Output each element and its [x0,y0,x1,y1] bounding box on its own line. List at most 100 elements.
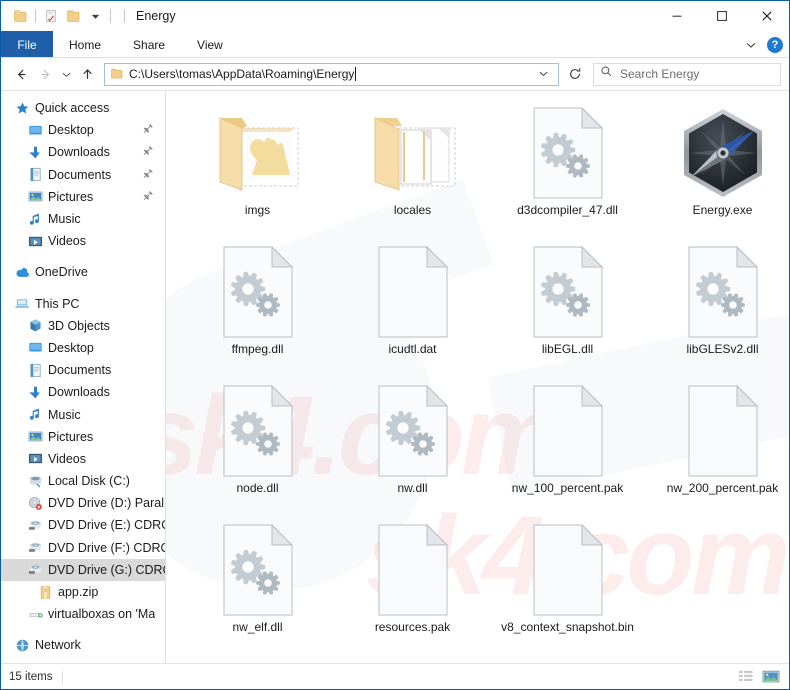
folder-icon[interactable] [9,5,31,27]
tab-home[interactable]: Home [53,31,117,58]
new-folder-icon[interactable] [62,5,84,27]
file-item[interactable]: d3dcompiler_47.dll [490,97,645,236]
sidebar-item-local-disk-c[interactable]: Local Disk (C:) [1,470,165,492]
file-item[interactable]: libGLESv2.dll [645,236,789,375]
folder-images-icon [210,105,306,201]
pin-icon[interactable] [143,145,154,159]
file-list-pane[interactable]: sk4.com sk4.com imgslocalesd3dcompiler_4… [166,91,789,663]
file-name: d3dcompiler_47.dll [517,203,618,217]
sidebar-item-label: Documents [48,167,112,182]
file-name: nw.dll [397,481,428,495]
tab-file[interactable]: File [1,31,53,58]
file-item[interactable]: nw.dll [335,375,490,514]
details-view-icon[interactable] [736,668,756,686]
network-drive-icon [27,606,43,622]
address-input[interactable]: C:\Users\tomas\AppData\Roaming\Energy [129,67,354,81]
sidebar-item-desktop[interactable]: Desktop [1,119,165,141]
file-item[interactable]: node.dll [180,375,335,514]
sidebar-item-downloads[interactable]: Downloads [1,381,165,403]
chevron-down-icon[interactable] [741,35,761,55]
sidebar-item-label: app.zip [58,585,99,600]
pin-icon[interactable] [143,168,154,182]
maximize-button[interactable] [699,1,744,31]
forward-button[interactable] [33,62,57,86]
dvd-paral-icon [27,495,43,511]
file-name: libEGL.dll [541,342,594,356]
dll-gears-icon [210,383,306,479]
qat-dropdown-icon[interactable] [84,5,106,27]
sidebar-item-3d-objects[interactable]: 3D Objects [1,315,165,337]
sidebar-item-pictures[interactable]: Pictures [1,186,165,208]
sidebar-item-onedrive[interactable]: OneDrive [1,261,165,283]
sidebar-item-dvd-drive-e-cdro[interactable]: DVD Drive (E:) CDRO [1,514,165,536]
sidebar-item-music[interactable]: Music [1,208,165,230]
sidebar-item-documents[interactable]: Documents [1,359,165,381]
blank-file-icon [675,383,771,479]
properties-icon[interactable] [40,5,62,27]
help-button[interactable]: ? [767,36,783,53]
sidebar-item-network[interactable]: Network [1,634,165,656]
sidebar-item-app-zip[interactable]: app.zip [1,581,165,603]
file-label: ffmpeg.dll [183,341,333,357]
file-item[interactable]: libEGL.dll [490,236,645,375]
sidebar-item-virtualboxas-on-ma[interactable]: virtualboxas on 'Ma [1,603,165,625]
file-item[interactable]: nw_200_percent.pak [645,375,789,514]
sidebar-item-label: virtualboxas on 'Ma [48,607,156,622]
sidebar-item-dvd-drive-g-cdro[interactable]: DVD Drive (G:) CDRO [1,558,165,581]
sidebar-item-dvd-drive-d-paral[interactable]: DVD Drive (D:) Paral [1,492,165,514]
sidebar-item-music[interactable]: Music [1,403,165,425]
blank-file-icon [365,522,461,618]
sidebar-item-label: Videos [48,234,86,249]
file-item[interactable]: resources.pak [335,514,490,653]
sidebar-item-label: DVD Drive (D:) Paral [48,496,164,511]
file-item[interactable]: imgs [180,97,335,236]
refresh-button[interactable] [563,63,587,86]
sidebar-item-dvd-drive-f-cdro[interactable]: DVD Drive (F:) CDRO [1,537,165,559]
file-item[interactable]: locales [335,97,490,236]
3dobjects-icon [27,318,43,334]
pictures-icon [27,189,43,205]
back-button[interactable] [9,62,33,86]
sidebar-item-this-pc[interactable]: This PC [1,293,165,315]
file-label: d3dcompiler_47.dll [493,202,643,218]
address-dropdown-icon[interactable] [533,68,554,81]
navigation-bar: C:\Users\tomas\AppData\Roaming\Energy Se… [1,58,789,90]
folder-docs-icon [365,105,461,201]
dll-gears-icon [210,522,306,618]
sidebar-item-desktop[interactable]: Desktop [1,337,165,359]
view-toggle-group [736,668,781,686]
file-item[interactable]: icudtl.dat [335,236,490,375]
file-item[interactable]: nw_100_percent.pak [490,375,645,514]
file-label: resources.pak [338,619,488,635]
pin-icon[interactable] [143,123,154,137]
sidebar-item-downloads[interactable]: Downloads [1,141,165,163]
sidebar-item-videos[interactable]: Videos [1,230,165,252]
file-name: nw_elf.dll [232,620,283,634]
file-item[interactable]: nw_elf.dll [180,514,335,653]
sidebar-item-quick-access[interactable]: Quick access [1,97,165,119]
file-item[interactable]: v8_context_snapshot.bin [490,514,645,653]
large-icons-view-icon[interactable] [761,668,781,686]
pin-icon[interactable] [143,190,154,204]
address-bar[interactable]: C:\Users\tomas\AppData\Roaming\Energy [104,62,559,86]
file-item[interactable]: ffmpeg.dll [180,236,335,375]
sidebar-item-videos[interactable]: Videos [1,448,165,470]
dvd-icon [27,562,43,578]
tab-view[interactable]: View [181,31,239,58]
file-item[interactable]: Energy.exe [645,97,789,236]
file-label: icudtl.dat [338,341,488,357]
pictures-icon [27,429,43,445]
text-caret [355,67,357,81]
up-button[interactable] [75,62,99,86]
sidebar-item-pictures[interactable]: Pictures [1,426,165,448]
close-button[interactable] [744,1,789,31]
search-input[interactable]: Search Energy [620,67,699,81]
navigation-pane[interactable]: Quick access Desktop Downloads Documents Pic… [1,91,166,663]
search-box[interactable]: Search Energy [593,62,781,86]
tab-share[interactable]: Share [117,31,181,58]
recent-locations-button[interactable] [57,62,75,86]
onedrive-icon [14,264,30,280]
sidebar-item-documents[interactable]: Documents [1,164,165,186]
minimize-button[interactable] [654,1,699,31]
sidebar-item-label: Downloads [48,385,110,400]
